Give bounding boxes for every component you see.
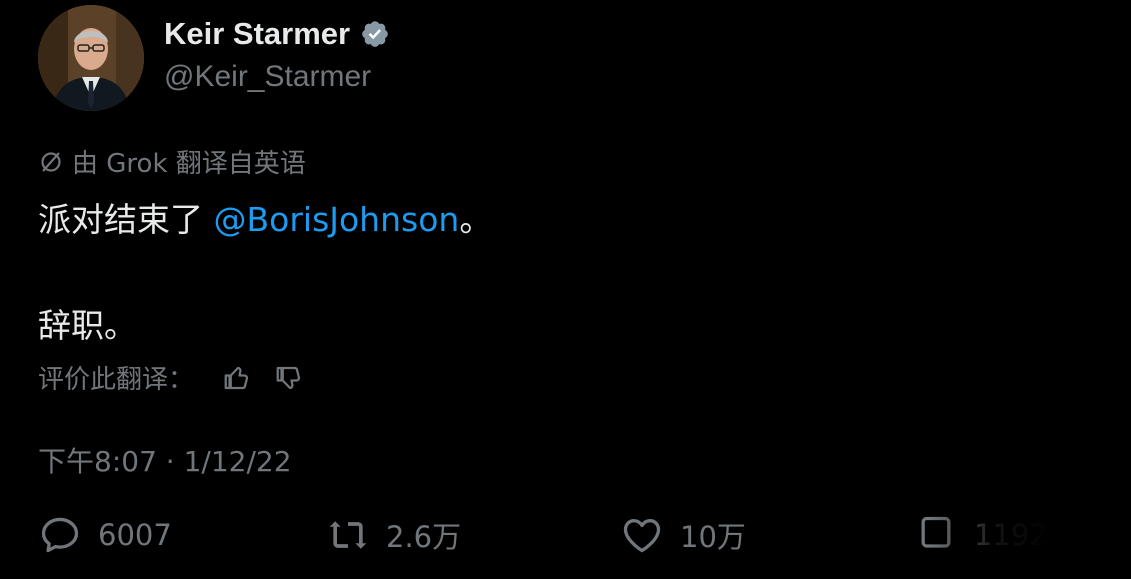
bookmark-icon [921,516,951,548]
tweet-text-line-1: 派对结束了 @BorisJohnson。 [38,193,492,241]
tweet-text-prefix: 派对结束了 [38,200,214,239]
tweet-timestamp[interactable]: 下午8:07 · 1/12/22 [38,440,292,480]
translation-note: 由 Grok 翻译自英语 [38,143,306,180]
translation-note-text: 由 Grok 翻译自英语 [72,149,306,179]
verified-badge-icon [360,19,390,49]
tweet-text-suffix: 。 [459,200,493,239]
display-name-text[interactable]: Keir Starmer [164,16,350,52]
retweet-icon [329,521,367,549]
heart-icon [623,519,661,553]
avatar[interactable] [38,5,144,111]
like-count: 10万 [680,520,746,554]
like-button[interactable]: 10万 [620,513,746,557]
mention-link[interactable]: @BorisJohnson [214,200,460,239]
author-handle[interactable]: @Keir_Starmer [164,60,371,94]
reply-count: 6007 [98,518,172,552]
slashed-circle-icon [38,149,64,175]
rate-translation-row: 评价此翻译： [38,359,304,396]
reply-button[interactable]: 6007 [38,513,172,557]
tweet-text-line-2: 辞职。 [38,306,137,345]
view-count: 1192 [974,518,1048,552]
display-name[interactable]: Keir Starmer [164,16,390,52]
thumbs-down-icon[interactable] [274,363,304,393]
views-button[interactable]: 1192 [914,513,1048,557]
reply-icon [41,517,79,553]
thumbs-up-icon[interactable] [222,363,252,393]
retweet-count: 2.6万 [386,520,462,554]
rate-translation-label: 评价此翻译： [38,365,195,395]
retweet-button[interactable]: 2.6万 [326,513,461,557]
